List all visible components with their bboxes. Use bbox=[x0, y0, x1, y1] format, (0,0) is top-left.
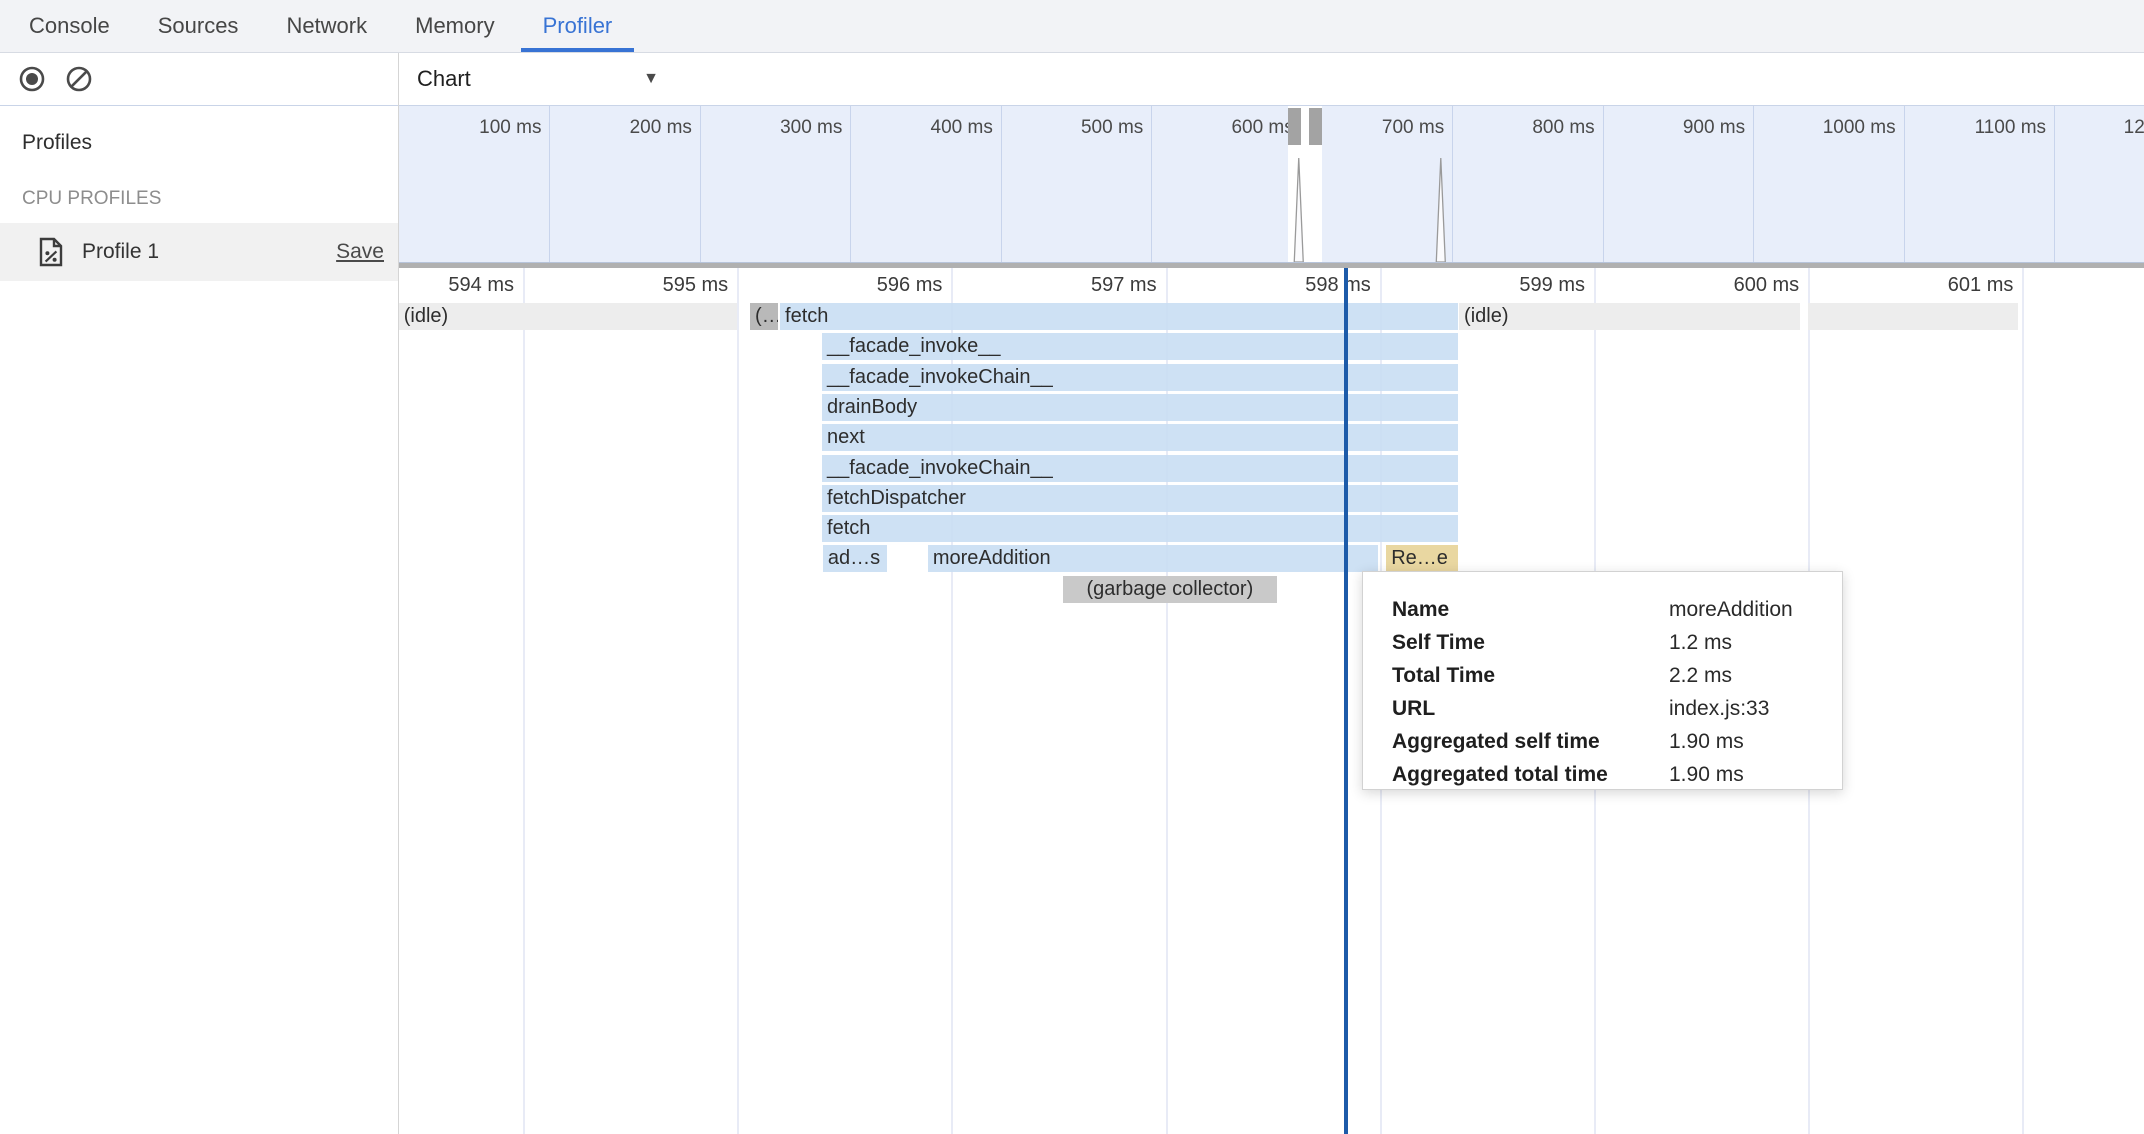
profile-document-icon bbox=[38, 237, 64, 267]
tab-memory[interactable]: Memory bbox=[393, 0, 516, 52]
tooltip-field-label: Self Time bbox=[1392, 631, 1669, 655]
tooltip-field-label: Aggregated total time bbox=[1392, 763, 1669, 787]
record-profile-button[interactable] bbox=[19, 66, 45, 92]
tooltip-field-value: index.js:33 bbox=[1669, 697, 1769, 721]
frame-details-tooltip: NamemoreAdditionSelf Time1.2 msTotal Tim… bbox=[1362, 571, 1843, 790]
tooltip-row: Aggregated self time1.90 ms bbox=[1392, 725, 1842, 758]
ruler-tick-label: 594 ms bbox=[399, 274, 514, 297]
flame-bar-ad-s[interactable]: ad…s bbox=[823, 545, 887, 572]
profile-name: Profile 1 bbox=[82, 240, 336, 264]
detail-gridline bbox=[737, 268, 739, 1134]
tab-console[interactable]: Console bbox=[7, 0, 132, 52]
cpu-profiles-section-heading: CPU PROFILES bbox=[22, 188, 398, 210]
tooltip-row: NamemoreAddition bbox=[1392, 593, 1842, 626]
current-time-playhead bbox=[1344, 268, 1348, 1134]
ruler-tick-label: 597 ms bbox=[1027, 274, 1157, 297]
flame-bar-fetch[interactable]: fetch bbox=[822, 515, 1458, 542]
flame-bar-facade-invokechain[interactable]: __facade_invokeChain__ bbox=[822, 364, 1458, 391]
tab-profiler[interactable]: Profiler bbox=[521, 0, 635, 52]
flame-bar-facade-invokechain[interactable]: __facade_invokeChain__ bbox=[822, 455, 1458, 482]
flame-bar-idle[interactable]: (idle) bbox=[1459, 303, 1800, 330]
clear-profiles-button[interactable] bbox=[66, 66, 92, 92]
tab-label: Profiler bbox=[543, 13, 613, 39]
tooltip-row: URLindex.js:33 bbox=[1392, 692, 1842, 725]
ruler-tick-label: 599 ms bbox=[1455, 274, 1585, 297]
tooltip-field-value: 1.90 ms bbox=[1669, 763, 1744, 787]
chart-toolbar: Chart ▼ bbox=[399, 53, 2144, 106]
sidebar-toolbar bbox=[0, 53, 398, 106]
tooltip-field-label: Aggregated self time bbox=[1392, 730, 1669, 754]
view-mode-dropdown[interactable]: Chart ▼ bbox=[399, 66, 659, 92]
profiles-heading: Profiles bbox=[22, 131, 398, 155]
view-mode-value: Chart bbox=[417, 66, 471, 92]
chevron-down-icon: ▼ bbox=[643, 70, 659, 88]
flame-bar-re-e[interactable]: Re…e bbox=[1386, 545, 1458, 572]
flame-bar-fetch[interactable]: fetch bbox=[780, 303, 1458, 330]
record-icon bbox=[19, 66, 45, 92]
flame-bar-idle[interactable] bbox=[1808, 303, 2018, 330]
detail-gridline bbox=[523, 268, 525, 1134]
tooltip-field-value: moreAddition bbox=[1669, 598, 1793, 622]
tooltip-field-label: URL bbox=[1392, 697, 1669, 721]
flame-bar-fetchdispatcher[interactable]: fetchDispatcher bbox=[822, 485, 1458, 512]
timeline-overview[interactable]: 100 ms200 ms300 ms400 ms500 ms600 ms700 … bbox=[399, 106, 2144, 263]
ruler-tick-label: 596 ms bbox=[812, 274, 942, 297]
profile-list-item[interactable]: Profile 1 Save bbox=[0, 223, 398, 281]
detail-gridline bbox=[2022, 268, 2024, 1134]
tab-label: Network bbox=[286, 13, 367, 39]
tooltip-field-value: 1.2 ms bbox=[1669, 631, 1732, 655]
selection-handle-left[interactable] bbox=[1288, 108, 1301, 145]
tooltip-field-value: 2.2 ms bbox=[1669, 664, 1732, 688]
flame-bar-bar[interactable]: (… bbox=[750, 303, 778, 330]
cpu-activity-spikes bbox=[399, 106, 2144, 262]
tab-label: Memory bbox=[415, 13, 494, 39]
ruler-tick-label: 601 ms bbox=[1883, 274, 2013, 297]
tooltip-row: Total Time2.2 ms bbox=[1392, 659, 1842, 692]
flame-bar-drainbody[interactable]: drainBody bbox=[822, 394, 1458, 421]
tooltip-field-value: 1.90 ms bbox=[1669, 730, 1744, 754]
tab-sources[interactable]: Sources bbox=[136, 0, 261, 52]
flame-bar-moreaddition[interactable]: moreAddition bbox=[928, 545, 1378, 572]
profiler-sidebar: Profiles CPU PROFILES Profile 1 Save bbox=[0, 53, 399, 1134]
tab-label: Sources bbox=[158, 13, 239, 39]
flame-bar-facade-invoke[interactable]: __facade_invoke__ bbox=[822, 333, 1458, 360]
tooltip-row: Aggregated total time1.90 ms bbox=[1392, 758, 1842, 791]
clear-icon bbox=[66, 66, 92, 92]
active-tab-underline bbox=[521, 48, 635, 52]
flame-bar-idle[interactable]: (idle) bbox=[399, 303, 737, 330]
save-profile-link[interactable]: Save bbox=[336, 240, 384, 264]
ruler-tick-label: 598 ms bbox=[1241, 274, 1371, 297]
tooltip-field-label: Total Time bbox=[1392, 664, 1669, 688]
flame-bar-next[interactable]: next bbox=[822, 424, 1458, 451]
profiler-main-panel: Chart ▼ 100 ms200 ms300 ms400 ms500 ms60… bbox=[399, 53, 2144, 1134]
flame-bar-garbage-collector[interactable]: (garbage collector) bbox=[1063, 576, 1277, 603]
tooltip-field-label: Name bbox=[1392, 598, 1669, 622]
flame-chart: NamemoreAdditionSelf Time1.2 msTotal Tim… bbox=[399, 268, 2144, 1134]
devtools-tab-bar: Console Sources Network Memory Profiler bbox=[0, 0, 2144, 53]
tooltip-row: Self Time1.2 ms bbox=[1392, 626, 1842, 659]
ruler-tick-label: 600 ms bbox=[1669, 274, 1799, 297]
selection-handle-right[interactable] bbox=[1309, 108, 1322, 145]
ruler-tick-label: 595 ms bbox=[598, 274, 728, 297]
tab-network[interactable]: Network bbox=[264, 0, 389, 52]
tab-label: Console bbox=[29, 13, 110, 39]
